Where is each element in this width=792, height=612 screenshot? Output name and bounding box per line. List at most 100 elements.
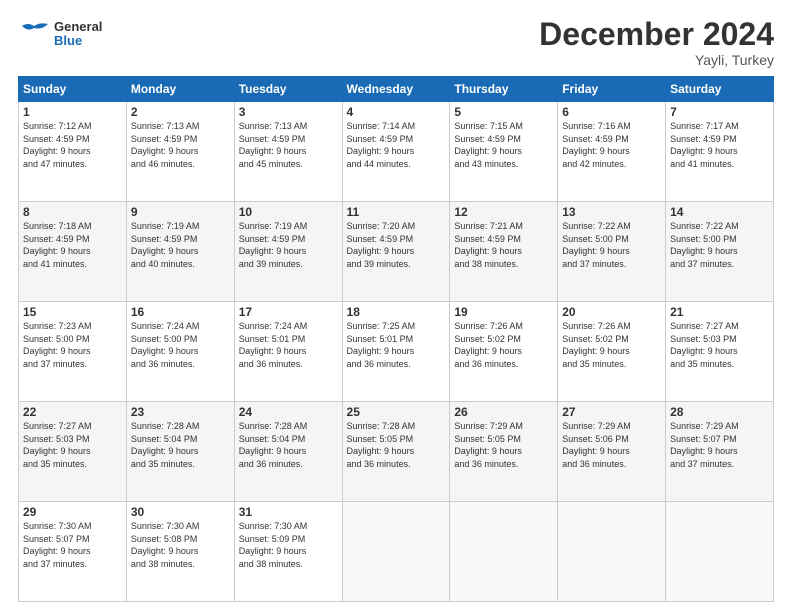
daylight-minutes: and 37 minutes. — [562, 259, 626, 269]
day-number: 6 — [562, 105, 661, 119]
sunset-label: Sunset: 4:59 PM — [239, 234, 306, 244]
daylight-minutes: and 37 minutes. — [23, 359, 87, 369]
daylight-minutes: and 42 minutes. — [562, 159, 626, 169]
daylight-minutes: and 46 minutes. — [131, 159, 195, 169]
sunrise-label: Sunrise: 7:30 AM — [23, 521, 92, 531]
day-number: 22 — [23, 405, 122, 419]
sunset-label: Sunset: 5:03 PM — [23, 434, 90, 444]
logo-bird-icon — [18, 18, 50, 50]
day-info: Sunrise: 7:27 AM Sunset: 5:03 PM Dayligh… — [23, 420, 122, 470]
calendar-cell: 21 Sunrise: 7:27 AM Sunset: 5:03 PM Dayl… — [666, 302, 774, 402]
day-info: Sunrise: 7:29 AM Sunset: 5:06 PM Dayligh… — [562, 420, 661, 470]
sunrise-label: Sunrise: 7:22 AM — [670, 221, 739, 231]
sunrise-label: Sunrise: 7:26 AM — [454, 321, 523, 331]
daylight-label: Daylight: 9 hours — [670, 446, 738, 456]
daylight-minutes: and 36 minutes. — [131, 359, 195, 369]
day-header-thursday: Thursday — [450, 77, 558, 102]
day-number: 23 — [131, 405, 230, 419]
daylight-minutes: and 41 minutes. — [23, 259, 87, 269]
calendar-cell: 13 Sunrise: 7:22 AM Sunset: 5:00 PM Dayl… — [558, 202, 666, 302]
sunset-label: Sunset: 5:07 PM — [670, 434, 737, 444]
page: General Blue December 2024 Yayli, Turkey… — [0, 0, 792, 612]
calendar-cell: 2 Sunrise: 7:13 AM Sunset: 4:59 PM Dayli… — [126, 102, 234, 202]
daylight-label: Daylight: 9 hours — [562, 446, 630, 456]
day-info: Sunrise: 7:29 AM Sunset: 5:07 PM Dayligh… — [670, 420, 769, 470]
sunset-label: Sunset: 4:59 PM — [454, 234, 521, 244]
subtitle: Yayli, Turkey — [539, 52, 774, 68]
day-number: 30 — [131, 505, 230, 519]
daylight-label: Daylight: 9 hours — [23, 546, 91, 556]
daylight-label: Daylight: 9 hours — [670, 346, 738, 356]
calendar-week-4: 29 Sunrise: 7:30 AM Sunset: 5:07 PM Dayl… — [19, 502, 774, 602]
day-number: 29 — [23, 505, 122, 519]
sunset-label: Sunset: 5:07 PM — [23, 534, 90, 544]
day-info: Sunrise: 7:21 AM Sunset: 4:59 PM Dayligh… — [454, 220, 553, 270]
sunset-label: Sunset: 4:59 PM — [23, 234, 90, 244]
daylight-label: Daylight: 9 hours — [347, 446, 415, 456]
sunrise-label: Sunrise: 7:30 AM — [131, 521, 200, 531]
daylight-label: Daylight: 9 hours — [131, 346, 199, 356]
calendar-cell: 9 Sunrise: 7:19 AM Sunset: 4:59 PM Dayli… — [126, 202, 234, 302]
sunset-label: Sunset: 5:00 PM — [562, 234, 629, 244]
daylight-minutes: and 35 minutes. — [23, 459, 87, 469]
daylight-label: Daylight: 9 hours — [562, 246, 630, 256]
calendar-cell: 26 Sunrise: 7:29 AM Sunset: 5:05 PM Dayl… — [450, 402, 558, 502]
calendar-cell: 3 Sunrise: 7:13 AM Sunset: 4:59 PM Dayli… — [234, 102, 342, 202]
day-number: 24 — [239, 405, 338, 419]
daylight-label: Daylight: 9 hours — [454, 346, 522, 356]
sunrise-label: Sunrise: 7:24 AM — [131, 321, 200, 331]
day-info: Sunrise: 7:23 AM Sunset: 5:00 PM Dayligh… — [23, 320, 122, 370]
daylight-minutes: and 36 minutes. — [454, 459, 518, 469]
calendar-cell: 10 Sunrise: 7:19 AM Sunset: 4:59 PM Dayl… — [234, 202, 342, 302]
sunset-label: Sunset: 4:59 PM — [239, 134, 306, 144]
calendar-week-2: 15 Sunrise: 7:23 AM Sunset: 5:00 PM Dayl… — [19, 302, 774, 402]
daylight-label: Daylight: 9 hours — [239, 446, 307, 456]
sunset-label: Sunset: 5:05 PM — [347, 434, 414, 444]
sunset-label: Sunset: 4:59 PM — [347, 234, 414, 244]
day-header-tuesday: Tuesday — [234, 77, 342, 102]
daylight-label: Daylight: 9 hours — [131, 246, 199, 256]
day-info: Sunrise: 7:19 AM Sunset: 4:59 PM Dayligh… — [131, 220, 230, 270]
daylight-minutes: and 44 minutes. — [347, 159, 411, 169]
daylight-label: Daylight: 9 hours — [454, 246, 522, 256]
day-header-friday: Friday — [558, 77, 666, 102]
calendar-week-0: 1 Sunrise: 7:12 AM Sunset: 4:59 PM Dayli… — [19, 102, 774, 202]
calendar-cell: 22 Sunrise: 7:27 AM Sunset: 5:03 PM Dayl… — [19, 402, 127, 502]
day-number: 27 — [562, 405, 661, 419]
daylight-label: Daylight: 9 hours — [23, 346, 91, 356]
calendar-cell: 14 Sunrise: 7:22 AM Sunset: 5:00 PM Dayl… — [666, 202, 774, 302]
day-info: Sunrise: 7:24 AM Sunset: 5:01 PM Dayligh… — [239, 320, 338, 370]
calendar-cell: 12 Sunrise: 7:21 AM Sunset: 4:59 PM Dayl… — [450, 202, 558, 302]
daylight-label: Daylight: 9 hours — [670, 246, 738, 256]
logo-line2: Blue — [54, 34, 102, 48]
sunset-label: Sunset: 5:02 PM — [454, 334, 521, 344]
sunrise-label: Sunrise: 7:16 AM — [562, 121, 631, 131]
day-info: Sunrise: 7:28 AM Sunset: 5:05 PM Dayligh… — [347, 420, 446, 470]
calendar-cell — [450, 502, 558, 602]
sunset-label: Sunset: 5:01 PM — [239, 334, 306, 344]
sunrise-label: Sunrise: 7:12 AM — [23, 121, 92, 131]
daylight-minutes: and 37 minutes. — [670, 259, 734, 269]
sunrise-label: Sunrise: 7:13 AM — [239, 121, 308, 131]
sunrise-label: Sunrise: 7:22 AM — [562, 221, 631, 231]
day-number: 4 — [347, 105, 446, 119]
sunrise-label: Sunrise: 7:28 AM — [347, 421, 416, 431]
sunrise-label: Sunrise: 7:18 AM — [23, 221, 92, 231]
sunset-label: Sunset: 5:00 PM — [23, 334, 90, 344]
daylight-label: Daylight: 9 hours — [670, 146, 738, 156]
day-info: Sunrise: 7:25 AM Sunset: 5:01 PM Dayligh… — [347, 320, 446, 370]
day-number: 25 — [347, 405, 446, 419]
daylight-minutes: and 36 minutes. — [562, 459, 626, 469]
day-number: 28 — [670, 405, 769, 419]
day-info: Sunrise: 7:19 AM Sunset: 4:59 PM Dayligh… — [239, 220, 338, 270]
sunrise-label: Sunrise: 7:28 AM — [239, 421, 308, 431]
calendar-cell: 16 Sunrise: 7:24 AM Sunset: 5:00 PM Dayl… — [126, 302, 234, 402]
day-number: 16 — [131, 305, 230, 319]
day-header-sunday: Sunday — [19, 77, 127, 102]
day-info: Sunrise: 7:28 AM Sunset: 5:04 PM Dayligh… — [131, 420, 230, 470]
sunrise-label: Sunrise: 7:25 AM — [347, 321, 416, 331]
calendar-cell — [666, 502, 774, 602]
calendar-cell: 23 Sunrise: 7:28 AM Sunset: 5:04 PM Dayl… — [126, 402, 234, 502]
daylight-label: Daylight: 9 hours — [239, 546, 307, 556]
sunset-label: Sunset: 5:04 PM — [131, 434, 198, 444]
